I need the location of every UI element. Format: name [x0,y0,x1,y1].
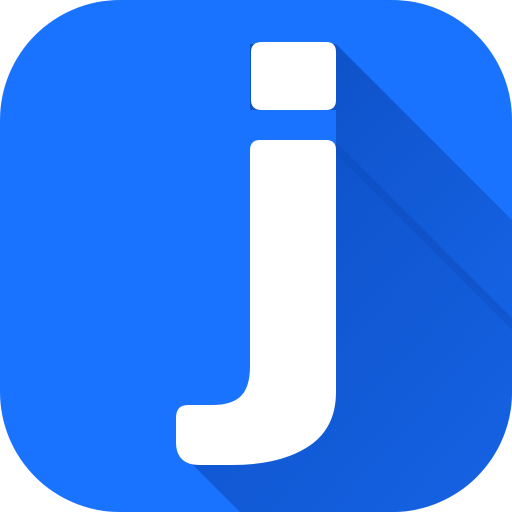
letter-j-dot [251,42,336,110]
app-icon-canvas [0,0,512,512]
j-letter-app-icon [0,0,512,512]
